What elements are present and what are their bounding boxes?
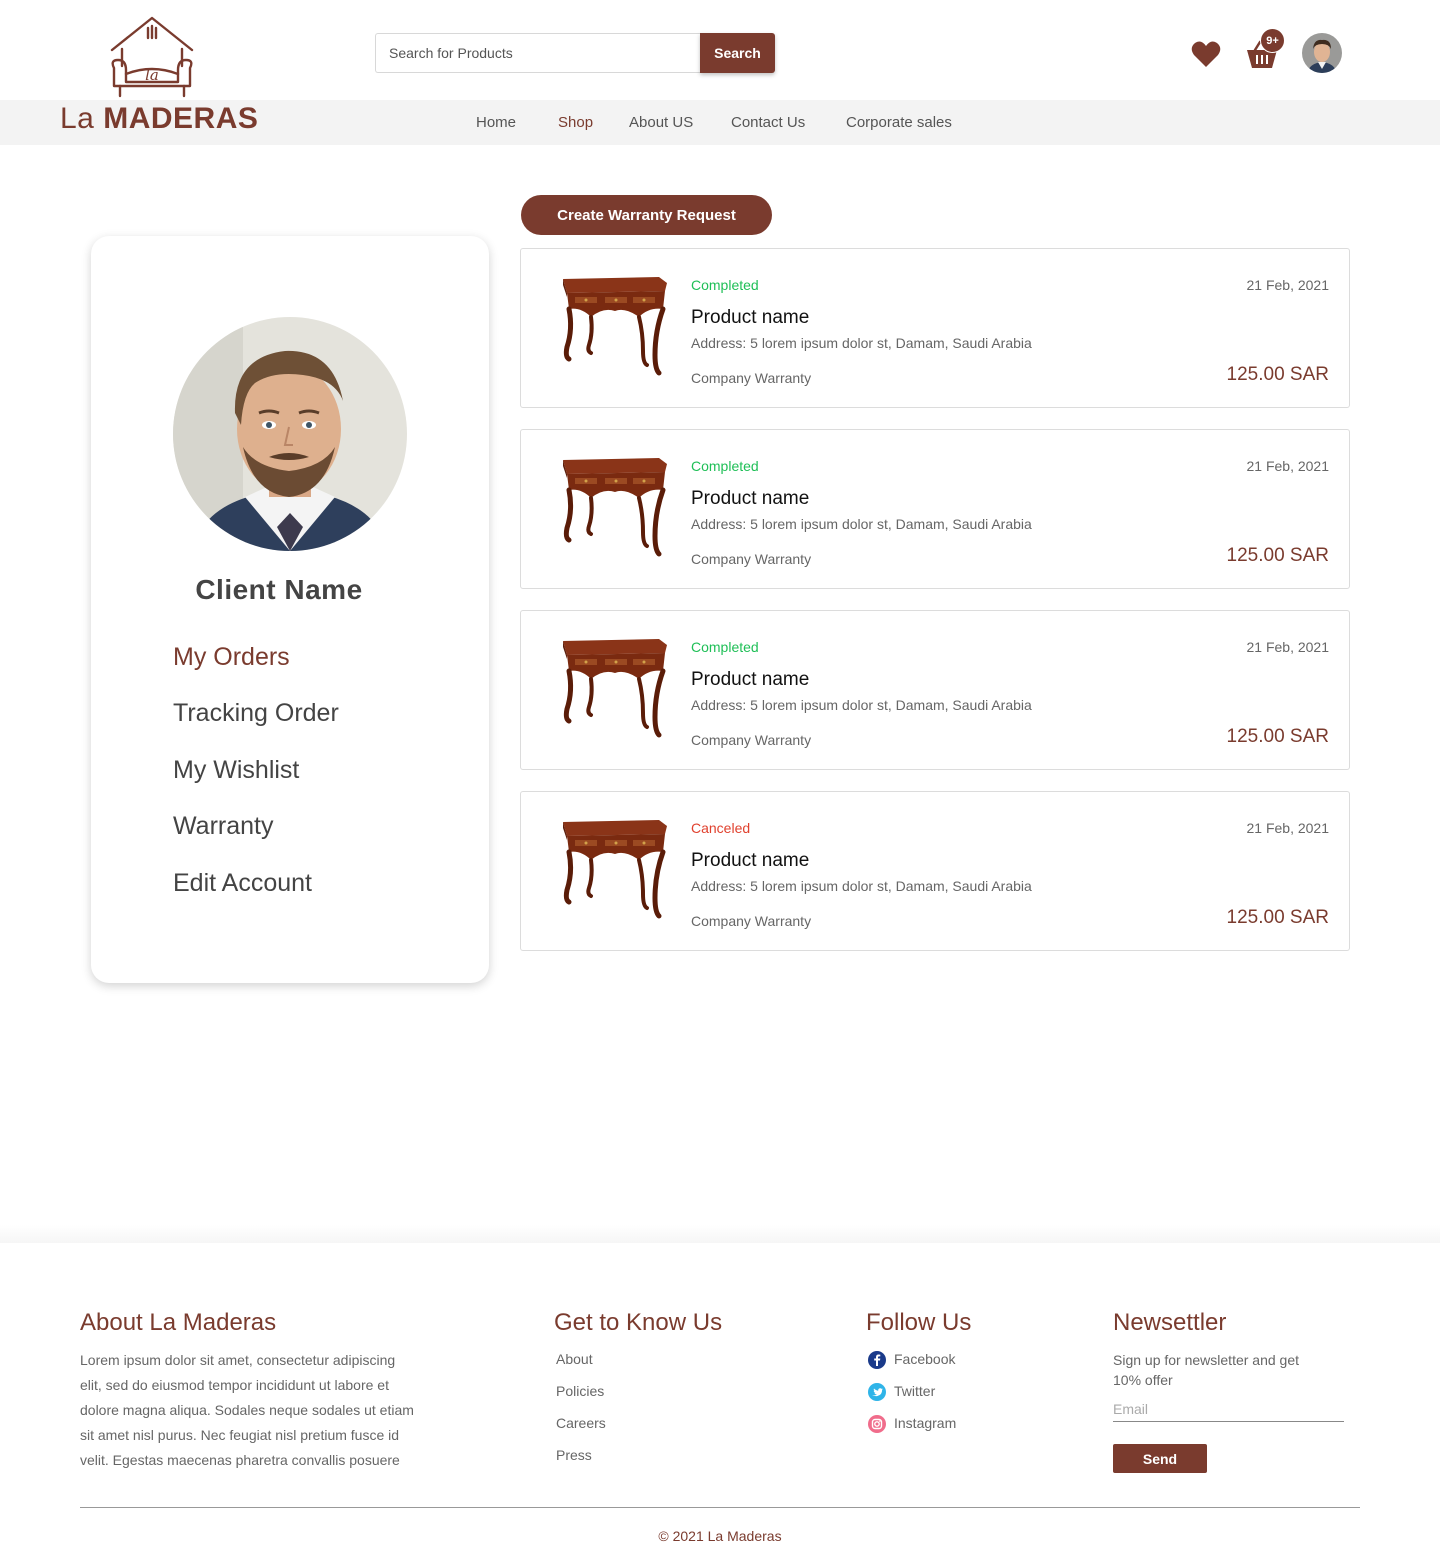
cart-count-badge: 9+ — [1260, 28, 1285, 53]
copyright: © 2021 La Maderas — [658, 1528, 782, 1544]
footer-about-title: About La Maderas — [80, 1309, 277, 1336]
footer-divider-shade — [0, 1225, 1440, 1243]
product-name: Product name — [691, 307, 810, 328]
order-price: 125.00 SAR — [1226, 907, 1329, 928]
order-address: Address: 5 lorem ipsum dolor st, Damam, … — [691, 335, 1032, 351]
order-card[interactable]: Completed 21 Feb, 2021 Product name Address… — [520, 429, 1350, 589]
order-status: Completed — [691, 458, 759, 474]
product-image — [559, 273, 669, 377]
product-name: Product name — [691, 669, 810, 690]
heart-icon[interactable] — [1190, 38, 1222, 70]
newsletter-send-button[interactable]: Send — [1113, 1444, 1207, 1473]
footer-link-careers[interactable]: Careers — [556, 1415, 606, 1431]
order-warranty: Company Warranty — [691, 551, 812, 567]
menu-tracking-order[interactable]: Tracking Order — [173, 699, 339, 728]
footer-follow-title: Follow Us — [866, 1309, 972, 1336]
order-status: Canceled — [691, 820, 751, 836]
footer-know-title: Get to Know Us — [554, 1309, 723, 1336]
logo-wordmark[interactable]: La MADERAS — [60, 102, 258, 136]
nav-about-us[interactable]: About US — [629, 100, 693, 145]
footer-link-policies[interactable]: Policies — [556, 1383, 604, 1399]
profile-card: Client Name My Orders Tracking Order My … — [91, 236, 489, 983]
footer-link-about[interactable]: About — [556, 1351, 593, 1367]
order-date: 21 Feb, 2021 — [1246, 277, 1329, 293]
footer-link-instagram[interactable]: Instagram — [894, 1415, 956, 1431]
twitter-icon[interactable] — [868, 1383, 886, 1401]
order-card[interactable]: Completed 21 Feb, 2021 Product name Address… — [520, 248, 1350, 408]
nav-contact-us[interactable]: Contact Us — [731, 100, 805, 145]
order-status: Completed — [691, 277, 759, 293]
client-name: Client Name — [195, 574, 363, 605]
order-warranty: Company Warranty — [691, 732, 812, 748]
logo-suffix: MADERAS — [103, 102, 259, 135]
order-date: 21 Feb, 2021 — [1246, 820, 1329, 836]
order-warranty: Company Warranty — [691, 370, 812, 386]
facebook-icon[interactable] — [868, 1351, 886, 1369]
order-address: Address: 5 lorem ipsum dolor st, Damam, … — [691, 878, 1032, 894]
nav-shop[interactable]: Shop — [558, 100, 593, 145]
order-card[interactable]: Canceled 21 Feb, 2021 Product name Address:… — [520, 791, 1350, 951]
search-input[interactable] — [375, 33, 701, 73]
order-date: 21 Feb, 2021 — [1246, 639, 1329, 655]
footer-link-press[interactable]: Press — [556, 1447, 592, 1463]
footer-link-facebook[interactable]: Facebook — [894, 1351, 955, 1367]
order-address: Address: 5 lorem ipsum dolor st, Damam, … — [691, 516, 1032, 532]
newsletter-text: Sign up for newsletter and get 10% offer — [1113, 1352, 1300, 1388]
product-image — [559, 635, 669, 739]
instagram-icon[interactable] — [868, 1415, 886, 1433]
menu-my-orders[interactable]: My Orders — [173, 643, 290, 672]
user-avatar[interactable] — [1302, 33, 1342, 73]
footer-divider — [80, 1507, 1360, 1508]
newsletter-email-input[interactable] — [1113, 1396, 1344, 1422]
product-image — [559, 816, 669, 920]
menu-my-wishlist[interactable]: My Wishlist — [173, 756, 299, 785]
svg-text:la: la — [145, 66, 159, 84]
nav-corporate-sales[interactable]: Corporate sales — [846, 100, 952, 145]
profile-avatar — [173, 317, 407, 551]
product-name: Product name — [691, 850, 810, 871]
footer-about-text: Lorem ipsum dolor sit amet, consectetur … — [80, 1352, 414, 1468]
order-date: 21 Feb, 2021 — [1246, 458, 1329, 474]
search-button[interactable]: Search — [700, 33, 775, 73]
menu-warranty[interactable]: Warranty — [173, 812, 273, 841]
order-price: 125.00 SAR — [1226, 726, 1329, 747]
logo-icon[interactable]: la — [104, 16, 200, 100]
order-address: Address: 5 lorem ipsum dolor st, Damam, … — [691, 697, 1032, 713]
product-image — [559, 454, 669, 558]
site-header: la La MADERAS Search 9+ Home Shop About … — [0, 0, 1440, 145]
order-price: 125.00 SAR — [1226, 364, 1329, 385]
order-card[interactable]: Completed 21 Feb, 2021 Product name Address… — [520, 610, 1350, 770]
footer-newsletter-title: Newsettler — [1113, 1309, 1227, 1336]
nav-home[interactable]: Home — [476, 100, 516, 145]
create-warranty-request-button[interactable]: Create Warranty Request — [521, 195, 772, 235]
order-status: Completed — [691, 639, 759, 655]
product-name: Product name — [691, 488, 810, 509]
order-warranty: Company Warranty — [691, 913, 812, 929]
footer-link-twitter[interactable]: Twitter — [894, 1383, 935, 1399]
logo-prefix: La — [60, 102, 95, 135]
menu-edit-account[interactable]: Edit Account — [173, 869, 312, 898]
order-price: 125.00 SAR — [1226, 545, 1329, 566]
